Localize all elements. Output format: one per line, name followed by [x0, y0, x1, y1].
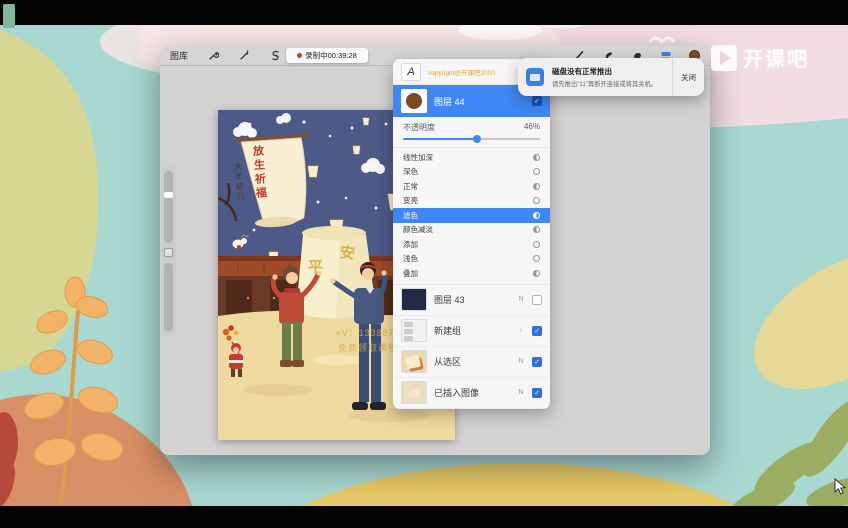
- brand-logo-icon: [711, 45, 737, 71]
- blend-mode-icon: [533, 241, 540, 248]
- blend-mode-icon: [533, 168, 540, 175]
- layer-row-43[interactable]: 图层 43 N: [393, 285, 550, 316]
- lantern-char-ping: 平: [308, 256, 323, 277]
- layers-panel: A copyright@开课吧2000 图层 44 ✓ 不透明度 46% 线性加…: [393, 59, 550, 409]
- opacity-section: 不透明度 46%: [393, 117, 550, 148]
- copyright-layer-name: copyright@开课吧2000: [428, 67, 525, 77]
- layer44-thumbnail: [401, 89, 427, 113]
- blend-mode-color-dodge[interactable]: 颜色减淡: [393, 223, 550, 238]
- layer-name: 已插入图像: [434, 386, 510, 399]
- blend-mode-lighten[interactable]: 变亮: [393, 194, 550, 209]
- brand-watermark: 开课吧: [711, 43, 809, 72]
- blend-badge[interactable]: N: [517, 358, 525, 365]
- layer-visibility-checkbox[interactable]: ✓: [532, 357, 542, 367]
- blend-badge[interactable]: N: [517, 296, 525, 303]
- text-layer-thumbnail: A: [401, 63, 421, 81]
- notification-title: 磁盘没有正常推出: [552, 66, 672, 77]
- opacity-label: 不透明度: [403, 122, 435, 133]
- adjustments-wand-icon[interactable]: [238, 50, 250, 62]
- screen: 开课吧 图库: [0, 0, 848, 528]
- brush-size-handle[interactable]: [164, 192, 173, 198]
- blend-mode-add[interactable]: 添加: [393, 237, 550, 252]
- layer-row-from-selection[interactable]: 从选区 N ✓: [393, 347, 550, 378]
- blend-badge[interactable]: N: [517, 389, 525, 396]
- group-chevron[interactable]: ›: [517, 327, 525, 334]
- blend-mode-icon: [533, 270, 540, 277]
- blend-mode-icon: [533, 226, 540, 233]
- gallery-button[interactable]: 图库: [170, 49, 188, 62]
- recording-dot-icon: [297, 53, 302, 58]
- layer-name: 新建组: [434, 324, 510, 337]
- blend-mode-icon: [533, 183, 540, 190]
- disk-icon: [526, 68, 544, 86]
- blend-mode-overlay[interactable]: 叠加: [393, 266, 550, 281]
- selection-icon[interactable]: [269, 50, 281, 62]
- disk-eject-notification[interactable]: 磁盘没有正常推出 请先推出“11”再断开连接或将其关机。 关闭: [518, 58, 704, 96]
- layer43-thumbnail: [401, 288, 427, 311]
- blend-mode-normal[interactable]: 正常: [393, 179, 550, 194]
- opacity-slider-fill: [403, 138, 478, 140]
- layer-visibility-checkbox[interactable]: ✓: [532, 96, 542, 106]
- opacity-value: 46%: [524, 122, 540, 133]
- letterbox-top: [0, 0, 848, 25]
- notification-text: 磁盘没有正常推出 请先推出“11”再断开连接或将其关机。: [552, 66, 672, 88]
- layer-visibility-checkbox[interactable]: ✓: [532, 326, 542, 336]
- lantern-char-an: 安: [339, 241, 357, 264]
- recording-indicator[interactable]: 录制中00:39:28: [286, 48, 368, 63]
- brand-name: 开课吧: [743, 43, 809, 72]
- layer-name: 从选区: [434, 355, 510, 368]
- modify-button[interactable]: [164, 248, 173, 257]
- notification-body: 请先推出“11”再断开连接或将其关机。: [552, 79, 672, 88]
- sidebar-sliders: [161, 166, 176, 336]
- notification-close-button[interactable]: 关闭: [672, 58, 704, 96]
- blend-mode-list: 线性加深 深色 正常 变亮 滤色 颜色减淡 添加 浅色 叠加: [393, 148, 550, 285]
- opacity-slider-knob[interactable]: [473, 135, 481, 143]
- corner-chip: [3, 4, 15, 28]
- selected-layer-name: 图层 44: [434, 95, 525, 108]
- actions-wrench-icon[interactable]: [207, 50, 219, 62]
- layer-visibility-checkbox[interactable]: ✓: [532, 388, 542, 398]
- blend-mode-linear-burn[interactable]: 线性加深: [393, 150, 550, 165]
- inserted-image-thumbnail: [401, 381, 427, 404]
- blend-mode-icon: [533, 255, 540, 262]
- brown-paint-blob: [406, 93, 422, 109]
- group-thumbnail: [401, 319, 427, 342]
- letterbox-bottom: [0, 506, 848, 528]
- opacity-slider[interactable]: [403, 138, 540, 140]
- recording-time: 录制中00:39:28: [305, 50, 357, 61]
- layer-visibility-checkbox[interactable]: [532, 295, 542, 305]
- from-selection-thumbnail: [401, 350, 427, 373]
- blend-mode-icon: [533, 212, 540, 219]
- blend-mode-lighter-color[interactable]: 浅色: [393, 252, 550, 267]
- blend-mode-icon: [533, 154, 540, 161]
- blend-mode-icon: [533, 197, 540, 204]
- brush-size-slider[interactable]: [164, 171, 173, 243]
- mouse-cursor: [833, 478, 847, 496]
- blend-mode-screen[interactable]: 滤色: [393, 208, 550, 223]
- layer-row-inserted-image[interactable]: 已插入图像 N ✓: [393, 378, 550, 409]
- blend-mode-darker-color[interactable]: 深色: [393, 165, 550, 180]
- layer-row-group[interactable]: 新建组 › ✓: [393, 316, 550, 347]
- brush-opacity-slider[interactable]: [164, 263, 173, 331]
- layer-name: 图层 43: [434, 293, 510, 306]
